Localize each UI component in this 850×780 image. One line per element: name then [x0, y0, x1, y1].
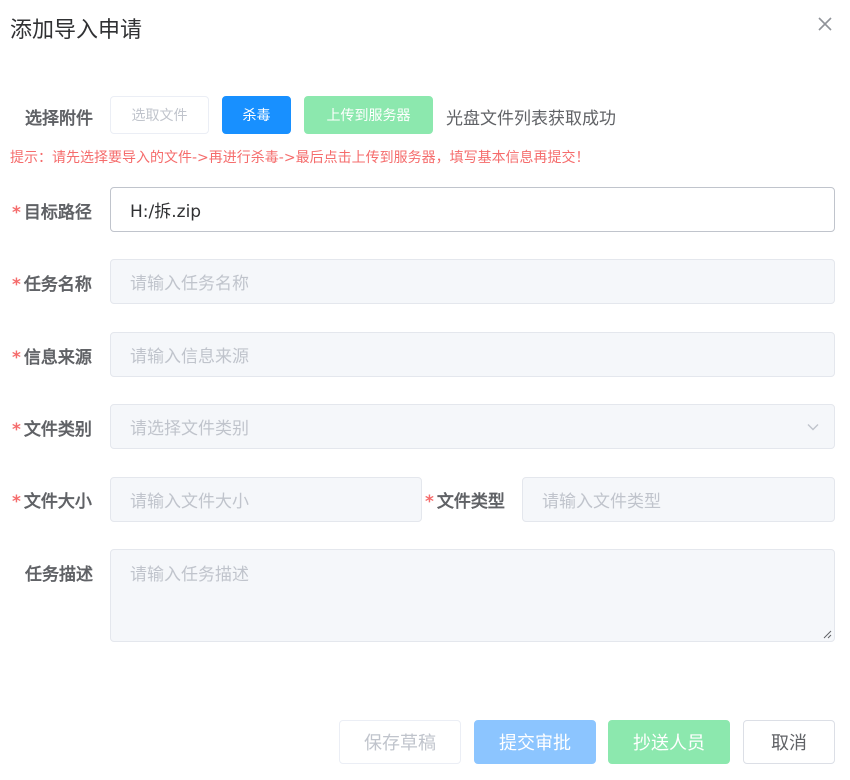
pick-file-button[interactable]: 选取文件: [110, 96, 209, 134]
chevron-down-icon: [807, 424, 819, 431]
info-source-label-text: 信息来源: [23, 348, 92, 368]
file-category-label-text: 文件类别: [23, 420, 92, 440]
required-mark: *: [12, 275, 21, 295]
file-size-label-text: 文件大小: [23, 492, 92, 512]
info-source-input[interactable]: 请输入信息来源: [110, 332, 835, 377]
file-category-label: * 文件类别: [12, 415, 92, 440]
close-button[interactable]: [815, 14, 835, 34]
close-icon: [818, 17, 832, 31]
antivirus-button[interactable]: 杀毒: [222, 96, 291, 134]
required-mark: *: [12, 492, 21, 512]
info-source-label: * 信息来源: [12, 343, 92, 368]
file-category-select[interactable]: 请选择文件类别: [110, 404, 835, 449]
target-path-label: * 目标路径: [12, 198, 92, 223]
submit-approval-button[interactable]: 提交审批: [474, 720, 596, 764]
required-mark: *: [425, 492, 434, 512]
file-category-placeholder: 请选择文件类别: [130, 419, 249, 439]
file-size-placeholder: 请输入文件大小: [130, 492, 249, 512]
file-size-input[interactable]: 请输入文件大小: [110, 477, 422, 522]
required-mark: *: [12, 420, 21, 440]
attachment-label: 选择附件: [25, 109, 93, 129]
upload-status-text: 光盘文件列表获取成功: [446, 109, 616, 129]
info-source-placeholder: 请输入信息来源: [130, 347, 249, 367]
task-name-label: * 任务名称: [12, 270, 92, 295]
file-type-label: * 文件类型: [425, 487, 505, 512]
file-size-label: * 文件大小: [12, 487, 92, 512]
task-desc-label: 任务描述: [25, 565, 93, 585]
file-type-label-text: 文件类型: [436, 492, 505, 512]
task-desc-placeholder: 请输入任务描述: [130, 565, 249, 585]
task-name-input[interactable]: 请输入任务名称: [110, 259, 835, 304]
target-path-value: H:/拆.zip: [130, 202, 202, 222]
cancel-button[interactable]: 取消: [743, 720, 835, 764]
required-mark: *: [12, 203, 21, 223]
cc-people-button[interactable]: 抄送人员: [608, 720, 730, 764]
dialog-title: 添加导入申请: [10, 18, 143, 43]
target-path-input[interactable]: H:/拆.zip: [110, 187, 835, 232]
file-type-input[interactable]: 请输入文件类型: [522, 477, 835, 522]
task-desc-textarea[interactable]: 请输入任务描述: [110, 549, 835, 642]
hint-text: 提示：请先选择要导入的文件->再进行杀毒->最后点击上传到服务器，填写基本信息再…: [10, 150, 590, 166]
resize-handle-icon[interactable]: [822, 629, 832, 639]
save-draft-button[interactable]: 保存草稿: [339, 720, 461, 764]
target-path-label-text: 目标路径: [23, 203, 92, 223]
file-type-placeholder: 请输入文件类型: [542, 492, 661, 512]
task-name-placeholder: 请输入任务名称: [130, 274, 249, 294]
upload-to-server-button[interactable]: 上传到服务器: [304, 96, 433, 134]
task-name-label-text: 任务名称: [23, 275, 92, 295]
required-mark: *: [12, 348, 21, 368]
